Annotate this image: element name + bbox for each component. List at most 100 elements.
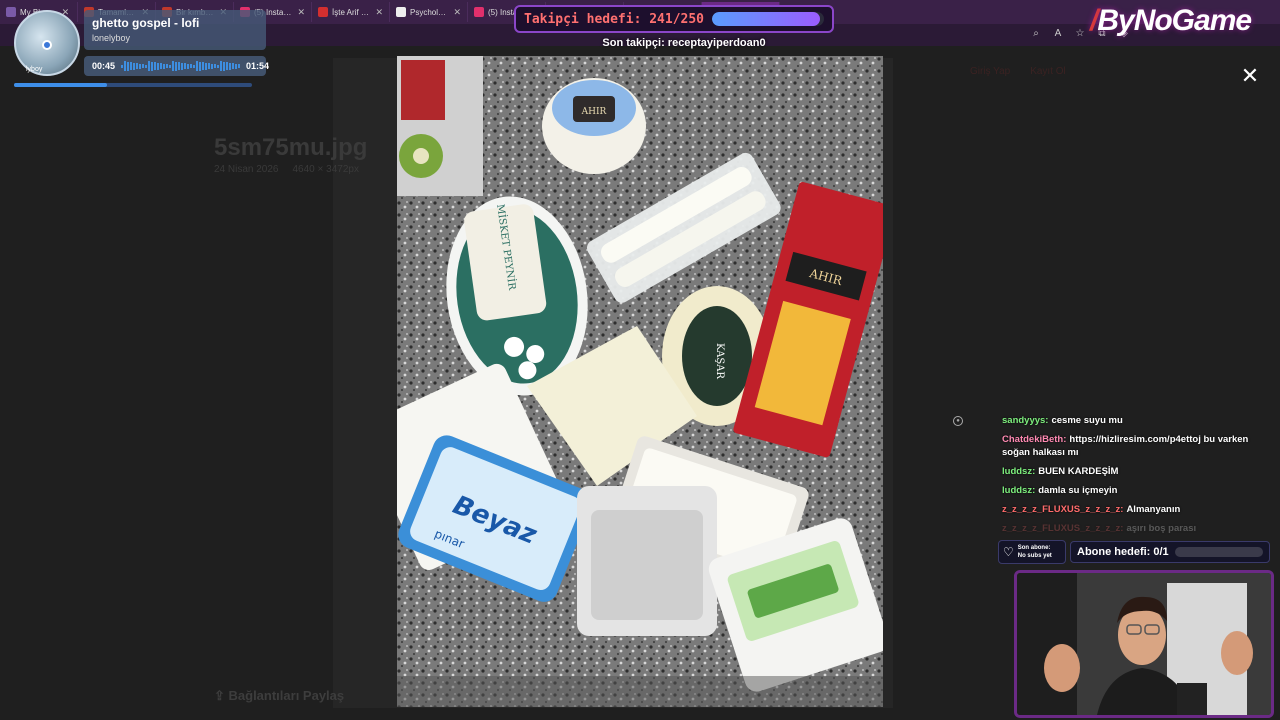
waveform-bar: [124, 61, 127, 71]
chat-username: z_z_z_z_FLUXUS_z_z_z_z:: [1002, 523, 1124, 534]
brand-logo: /ByNoGame: [1090, 4, 1252, 38]
tab-label: İşte Arif Hoca...: [332, 7, 369, 17]
waveform-bar: [226, 62, 229, 70]
waveform-bar: [202, 62, 205, 70]
chat-username: sandyyys:: [1002, 415, 1049, 426]
music-progress-fill: [14, 83, 107, 87]
cheese-photo-svg: AHIR MİSKET PEYNİR KAŞAR AHIR Beyaz pına…: [397, 56, 883, 707]
last-sub-text: Son abone: No subs yet: [1018, 544, 1052, 560]
waveform-bar: [157, 62, 160, 70]
waveform-bar: [166, 64, 169, 68]
waveform-bar: [130, 62, 133, 70]
chat-message: z_z_z_z_FLUXUS_z_z_z_z: Almanyanın: [1002, 503, 1272, 516]
tab-close-icon[interactable]: ✕: [375, 7, 383, 18]
stream-screen: My Blog...✕Tamamlan...✕Bir kımbaci...✕(5…: [0, 0, 1280, 720]
chat-username: z_z_z_z_FLUXUS_z_z_z_z:: [1002, 504, 1124, 515]
tab-close-icon[interactable]: ✕: [297, 7, 305, 18]
waveform-bar: [199, 61, 202, 71]
waveform-bar: [214, 64, 217, 68]
waveform-bar: [220, 61, 223, 71]
chat-message: luddsz: damla su içmeyin: [1002, 484, 1272, 497]
tab-favicon-icon: [474, 7, 484, 17]
waveform-bar: [163, 63, 166, 69]
waveform-bar: [127, 61, 130, 71]
waveform-bar: [223, 61, 226, 71]
duration-time: 01:54: [246, 61, 270, 71]
waveform-bar: [172, 61, 175, 71]
sub-goal-text: Abone hedefi: 0/1: [1077, 546, 1169, 558]
music-widget: lyboy ghetto gospel - lofi lonelyboy 00:…: [14, 10, 269, 90]
tab-label: Psychological...: [410, 7, 447, 17]
heart-icon: ♡: [1003, 545, 1014, 559]
waveform-bar: [184, 63, 187, 69]
sub-goal-widget: Abone hedefi: 0/1: [1070, 541, 1270, 563]
chat-message: ChatdekiBeth: https://hizliresim.com/p4et…: [1002, 433, 1272, 459]
waveform-bar: [139, 63, 142, 69]
waveform-bar: [181, 62, 184, 70]
signup-link[interactable]: Kayıt Ol: [1030, 66, 1066, 77]
waveform-bar: [160, 63, 163, 69]
waveform-bar: [232, 63, 235, 69]
follower-goal-widget: Takipçi hedefi: 241/250: [514, 5, 834, 33]
share-links-button[interactable]: ⇪ Bağlantıları Paylaş: [214, 688, 344, 704]
waveform-bar: [142, 64, 145, 68]
follower-goal-text: Takipçi hedefi: 241/250: [524, 11, 705, 27]
chat-username: ChatdekiBeth:: [1002, 434, 1067, 445]
file-title: 5sm75mu.jpg: [214, 134, 368, 161]
chat-text: damla su içmeyin: [1038, 485, 1118, 496]
song-title: ghetto gospel - lofi: [92, 16, 200, 30]
waveform-bar: [178, 62, 181, 70]
waveform-bar: [169, 64, 172, 68]
translate-icon[interactable]: A: [1052, 28, 1064, 40]
browser-tab[interactable]: İşte Arif Hoca... ✕: [312, 2, 390, 22]
webcam-feed: [1014, 570, 1274, 718]
waveform-bar: [190, 64, 193, 68]
waveform-bar: [121, 64, 124, 68]
song-info-card: ghetto gospel - lofi lonelyboy: [84, 10, 266, 50]
chat-text: Almanyanın: [1126, 504, 1181, 515]
chat-message: sandyyys: cesme suyu mu: [1002, 414, 1272, 427]
file-dimensions: 4640 × 3472px: [292, 164, 359, 175]
album-center-dot: [42, 40, 52, 50]
waveform-bar: [205, 62, 208, 70]
file-date: 24 Nisan 2026: [214, 164, 279, 175]
waveform-bar: [211, 63, 214, 69]
waveform-bar: [193, 64, 196, 68]
waveform-bar: [133, 62, 136, 70]
login-link[interactable]: Giriş Yap: [970, 66, 1010, 77]
chat-text: cesme suyu mu: [1051, 415, 1123, 426]
tab-favicon-icon: [318, 7, 328, 17]
last-sub-label: Son abone:: [1017, 545, 1051, 551]
waveform-bar: [217, 64, 220, 68]
waveform-bar: [148, 61, 151, 71]
browser-tab[interactable]: Psychological... ✕: [390, 2, 468, 22]
lightbox-photo: AHIR MİSKET PEYNİR KAŞAR AHIR Beyaz pına…: [397, 56, 883, 707]
chat-overlay: sandyyys: cesme suyu mu ChatdekiBeth: https…: [1002, 414, 1272, 541]
last-follower: Son takipçi: receptayiperdoan0: [602, 37, 766, 49]
tab-favicon-icon: [396, 7, 406, 17]
waveform-bar: [187, 63, 190, 69]
album-art: lyboy: [14, 10, 80, 76]
right-hand: [1221, 631, 1253, 675]
tab-close-icon[interactable]: ✕: [453, 7, 461, 18]
chat-badge-icon: ●: [953, 416, 963, 426]
waveform-bar: [154, 62, 157, 70]
chat-text: BUEN KARDEŞİM: [1038, 466, 1119, 477]
song-artist: lonelyboy: [92, 33, 131, 43]
chat-message: luddsz: BUEN KARDEŞİM: [1002, 465, 1272, 478]
waveform: [121, 61, 241, 71]
waveform-bar: [229, 62, 232, 70]
zoom-icon[interactable]: ⌕: [1030, 28, 1042, 40]
waveform-bar: [196, 61, 199, 71]
kasar-label: KAŞAR: [714, 343, 725, 379]
left-hand: [1044, 644, 1080, 692]
waveform-bar: [208, 63, 211, 69]
file-meta: 24 Nisan 2026 4640 × 3472px: [214, 164, 359, 175]
last-sub-widget: ♡ Son abone: No subs yet: [998, 540, 1066, 564]
bookmark-star-icon[interactable]: ☆: [1074, 28, 1086, 40]
webcam-svg: [1017, 573, 1271, 715]
brand-name: ByNoGame: [1097, 4, 1252, 37]
close-lightbox-button[interactable]: ✕: [1238, 64, 1262, 88]
waveform-bar: [238, 64, 241, 68]
chat-text: aşırı boş parası: [1126, 523, 1197, 534]
